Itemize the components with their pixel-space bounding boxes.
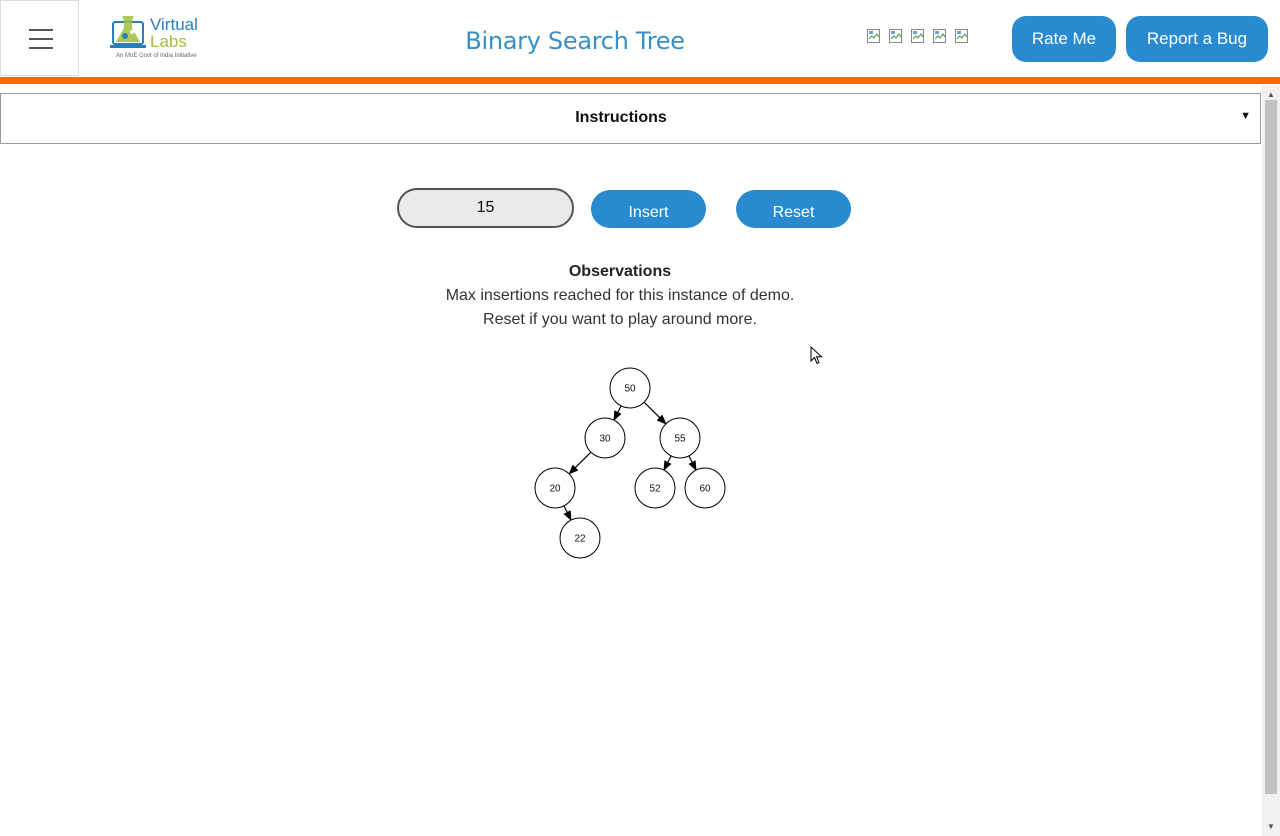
tree-node-label: 55 [674, 434, 686, 445]
tree-edge-arrow [688, 455, 697, 472]
tree-edge-arrow [643, 401, 667, 425]
tree-edge-arrow [563, 505, 572, 522]
tree-edge-arrow [663, 455, 672, 472]
tree-node-label: 60 [699, 484, 711, 495]
tree-edge-arrow [613, 405, 622, 422]
tree-edge-arrow [568, 451, 592, 475]
tree-node-label: 52 [649, 484, 661, 495]
tree-node: 22 [559, 517, 601, 559]
tree-node: 30 [584, 417, 626, 459]
tree-node: 52 [634, 467, 676, 509]
tree-node: 55 [659, 417, 701, 459]
tree-node: 60 [684, 467, 726, 509]
tree-node: 20 [534, 467, 576, 509]
tree-node-label: 30 [599, 434, 611, 445]
tree-node: 50 [609, 367, 651, 409]
tree-node-label: 50 [624, 384, 636, 395]
bst-diagram: 50 30 55 20 52 60 22 [534, 367, 726, 559]
mouse-cursor-icon [810, 346, 823, 365]
tree-node-label: 22 [574, 534, 586, 545]
tree-node-label: 20 [549, 484, 561, 495]
